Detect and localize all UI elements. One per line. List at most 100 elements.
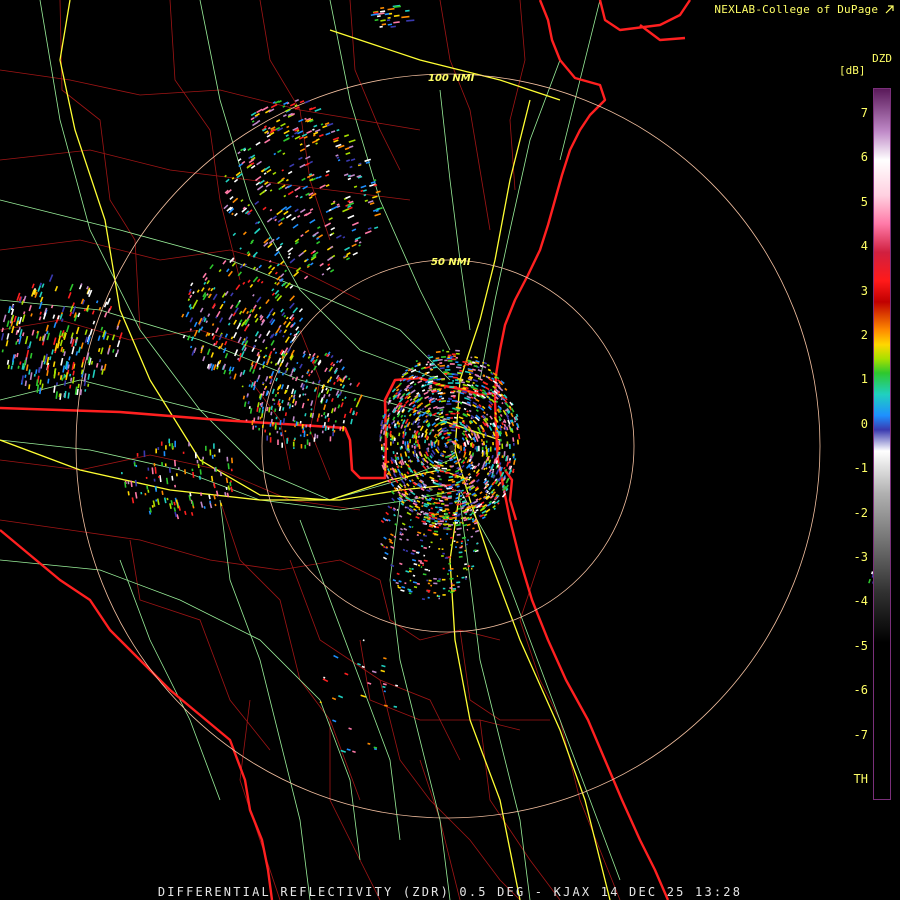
echo-speck <box>428 524 433 528</box>
echo-speck <box>428 386 432 390</box>
echo-speck <box>462 387 466 390</box>
echo-speck <box>422 573 427 576</box>
echo-speck <box>315 142 318 145</box>
echo-speck <box>83 308 87 312</box>
echo-speck <box>499 413 503 417</box>
echo-speck <box>342 236 346 239</box>
echo-speck <box>323 411 326 416</box>
echo-speck <box>423 518 426 521</box>
echo-speck <box>437 358 443 362</box>
echo-speck <box>504 431 508 436</box>
echo-speck <box>404 486 407 489</box>
echo-speck <box>422 512 426 516</box>
echo-speck <box>22 332 25 337</box>
echo-speck <box>423 546 428 550</box>
echo-speck <box>380 542 383 546</box>
echo-speck <box>59 375 63 380</box>
echo-speck <box>205 320 209 324</box>
echo-speck <box>404 431 407 436</box>
echo-speck <box>214 503 217 507</box>
echo-speck <box>312 128 315 131</box>
echo-speck <box>344 396 347 400</box>
echo-speck <box>462 567 467 570</box>
echo-speck <box>313 388 317 392</box>
echo-speck <box>49 356 52 361</box>
echo-speck <box>231 176 235 180</box>
echo-speck <box>430 488 433 491</box>
echo-speck <box>92 320 96 325</box>
echo-speck <box>399 379 402 382</box>
echo-speck <box>419 539 424 542</box>
echo-speck <box>486 456 489 461</box>
echo-speck <box>457 372 462 375</box>
echo-speck <box>412 485 416 488</box>
echo-speck <box>200 350 203 354</box>
echo-speck <box>442 450 447 454</box>
echo-speck <box>386 425 389 431</box>
echo-speck <box>424 516 428 519</box>
echo-speck <box>266 131 270 135</box>
echo-speck <box>112 349 115 353</box>
echo-speck <box>463 518 468 522</box>
echo-speck <box>475 498 479 502</box>
echo-speck <box>461 500 466 503</box>
echo-speck <box>439 364 446 367</box>
echo-speck <box>491 454 494 459</box>
echo-speck <box>212 342 216 347</box>
echo-speck <box>302 393 305 396</box>
echo-speck <box>399 531 402 534</box>
echo-speck <box>173 501 176 506</box>
echo-speck <box>257 402 260 408</box>
echo-speck <box>495 400 499 403</box>
echo-speck <box>287 401 290 406</box>
echo-speck <box>400 405 404 408</box>
echo-speck <box>227 485 231 491</box>
echo-speck <box>387 479 390 483</box>
echo-speck <box>258 367 262 371</box>
echo-speck <box>261 381 265 385</box>
echo-speck <box>342 420 345 424</box>
echo-speck <box>252 344 256 348</box>
echo-speck <box>170 500 174 506</box>
echo-speck <box>395 684 399 687</box>
echo-speck <box>397 586 401 589</box>
echo-speck <box>417 435 420 439</box>
credit-label: NEXLAB-College of DuPage <box>714 3 894 16</box>
echo-speck <box>175 499 179 505</box>
echo-speck <box>489 388 493 392</box>
echo-speck <box>149 507 152 513</box>
echo-speck <box>442 418 447 421</box>
echo-speck <box>421 497 425 500</box>
echo-speck <box>393 5 401 9</box>
echo-speck <box>352 750 356 754</box>
echo-speck <box>389 506 393 509</box>
echo-speck <box>61 332 64 337</box>
echo-speck <box>451 425 456 428</box>
echo-speck <box>279 420 282 425</box>
echo-speck <box>293 333 297 337</box>
echo-speck <box>409 519 412 522</box>
echo-speck <box>358 162 362 165</box>
echo-speck <box>315 176 319 180</box>
echo-speck <box>208 494 211 500</box>
echo-speck <box>418 559 423 563</box>
echo-speck <box>387 423 391 428</box>
echo-speck <box>436 433 440 437</box>
echo-speck <box>69 384 72 389</box>
echo-speck <box>437 475 441 478</box>
echo-speck <box>321 273 325 276</box>
echo-speck <box>430 517 436 521</box>
echo-speck <box>465 479 468 482</box>
echo-speck <box>399 537 403 541</box>
echo-speck <box>64 390 67 399</box>
echo-speck <box>386 408 390 412</box>
echo-speck <box>451 465 455 468</box>
echo-speck <box>416 582 421 585</box>
echo-speck <box>258 407 261 413</box>
echo-speck <box>385 546 389 549</box>
echo-speck <box>308 173 313 176</box>
echo-speck <box>469 513 473 516</box>
radar-map <box>0 0 900 900</box>
echo-speck <box>388 399 391 403</box>
echo-speck <box>439 470 445 473</box>
